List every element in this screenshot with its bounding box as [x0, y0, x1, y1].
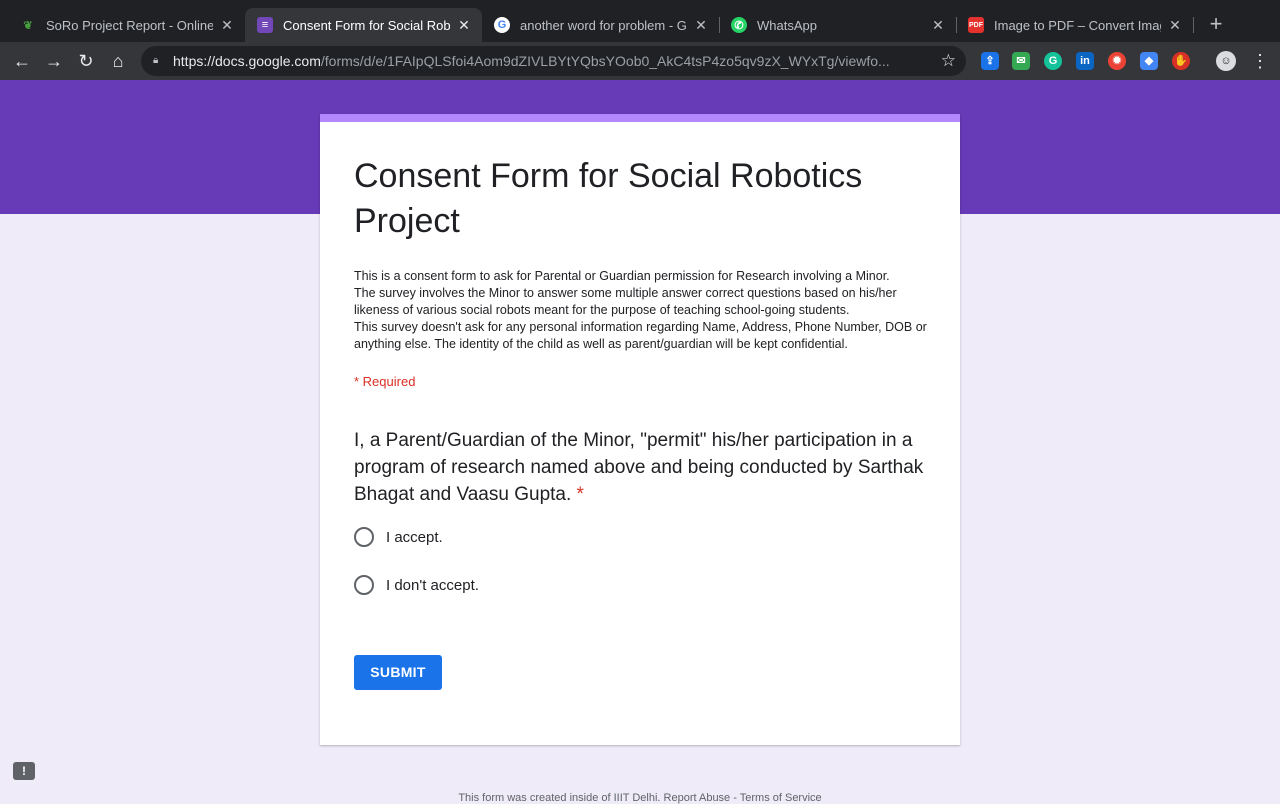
- radio-button[interactable]: [354, 575, 374, 595]
- url-text: https://docs.google.com/forms/d/e/1FAIpQ…: [173, 53, 933, 69]
- close-tab-icon[interactable]: ✕: [930, 17, 946, 34]
- cast-icon[interactable]: ⇪: [981, 52, 999, 70]
- tab-whatsapp[interactable]: ✆ WhatsApp ✕: [719, 8, 956, 42]
- home-icon[interactable]: ⌂: [107, 50, 129, 72]
- tab-consent-form[interactable]: ≡ Consent Form for Social Robotics Proje…: [245, 8, 482, 42]
- close-tab-icon[interactable]: ✕: [456, 17, 472, 34]
- tab-google-search[interactable]: G another word for problem - Google Sear…: [482, 8, 719, 42]
- tab-image-to-pdf[interactable]: PDF Image to PDF – Convert Images to PDF…: [956, 8, 1193, 42]
- description-line: The survey involves the Minor to answer …: [354, 286, 897, 317]
- address-bar[interactable]: 🔒︎ https://docs.google.com/forms/d/e/1FA…: [141, 46, 966, 76]
- submit-button[interactable]: SUBMIT: [354, 655, 442, 690]
- url-path: /forms/d/e/1FAIpQLSfoi4Aom9dZIVLBYtYQbsY…: [320, 53, 890, 69]
- graduation-cap-icon[interactable]: ◆: [1140, 52, 1158, 70]
- new-tab-button[interactable]: +: [1203, 12, 1229, 38]
- fire-icon[interactable]: ✹: [1108, 52, 1126, 70]
- tab-separator: [1193, 17, 1194, 33]
- lock-icon: 🔒︎: [153, 55, 159, 66]
- option-label: I don't accept.: [386, 576, 479, 594]
- url-host: https://docs.google.com: [173, 53, 321, 69]
- question-text: I, a Parent/Guardian of the Minor, "perm…: [354, 430, 924, 505]
- back-arrow-icon[interactable]: ←: [11, 50, 33, 72]
- linkedin-icon[interactable]: in: [1076, 52, 1094, 70]
- description-line: This survey doesn't ask for any personal…: [354, 320, 927, 351]
- adblock-icon[interactable]: ✋: [1172, 52, 1190, 70]
- description-line: This is a consent form to ask for Parent…: [354, 269, 890, 283]
- profile-avatar[interactable]: ☺: [1216, 51, 1236, 71]
- tab-title: Consent Form for Social Robotics Project: [283, 17, 450, 33]
- report-feedback-icon[interactable]: !: [13, 762, 35, 780]
- mail-check-icon[interactable]: ✉: [1012, 52, 1030, 70]
- close-tab-icon[interactable]: ✕: [693, 17, 709, 34]
- more-menu-icon[interactable]: ⋮: [1251, 51, 1269, 71]
- radio-button[interactable]: [354, 527, 374, 547]
- image-pdf-icon: PDF: [968, 17, 984, 33]
- option-accept[interactable]: I accept.: [354, 527, 443, 547]
- close-tab-icon[interactable]: ✕: [1167, 17, 1183, 34]
- bookmark-star-icon[interactable]: ☆: [941, 51, 956, 71]
- tab-title: SoRo Project Report - Online LaTeX Edito…: [46, 17, 213, 33]
- tab-soro-report[interactable]: ❦ SoRo Project Report - Online LaTeX Edi…: [8, 8, 245, 42]
- form-accent-strip: [320, 114, 960, 122]
- browser-toolbar: ← → ↻ ⌂ 🔒︎ https://docs.google.com/forms…: [0, 42, 1280, 80]
- form-card: Consent Form for Social Robotics Project…: [320, 114, 960, 745]
- google-forms-icon: ≡: [257, 17, 273, 33]
- required-note: * Required: [354, 374, 416, 389]
- tab-title: another word for problem - Google Search: [520, 17, 687, 33]
- required-asterisk: *: [576, 484, 584, 505]
- forward-arrow-icon[interactable]: →: [43, 50, 65, 72]
- consent-question: I, a Parent/Guardian of the Minor, "perm…: [354, 427, 924, 508]
- form-title: Consent Form for Social Robotics Project: [354, 157, 863, 240]
- google-icon: G: [494, 17, 510, 33]
- browser-tab-strip: ❦ SoRo Project Report - Online LaTeX Edi…: [0, 0, 1280, 42]
- reload-icon[interactable]: ↻: [75, 50, 97, 72]
- tab-title: Image to PDF – Convert Images to PDF: [994, 17, 1161, 33]
- form-description: This is a consent form to ask for Parent…: [354, 268, 934, 353]
- grammarly-icon[interactable]: G: [1044, 52, 1062, 70]
- form-footer: This form was created inside of IIIT Del…: [458, 792, 822, 804]
- option-dont-accept[interactable]: I don't accept.: [354, 575, 479, 595]
- whatsapp-icon: ✆: [731, 17, 747, 33]
- tab-title: WhatsApp: [757, 17, 817, 33]
- overleaf-icon: ❦: [23, 19, 33, 32]
- option-label: I accept.: [386, 528, 443, 546]
- close-tab-icon[interactable]: ✕: [219, 17, 235, 34]
